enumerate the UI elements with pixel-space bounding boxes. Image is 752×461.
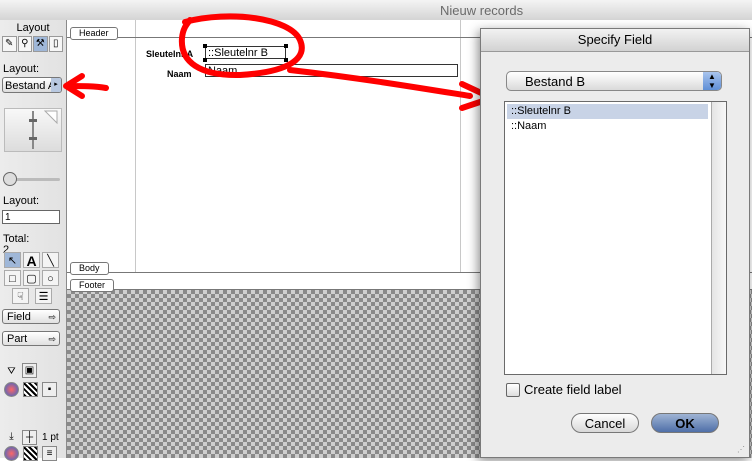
table-popup-value: Bestand B: [525, 74, 585, 89]
field-list-scrollbar[interactable]: [711, 102, 726, 374]
dialog-title: Specify Field: [481, 29, 749, 52]
table-popup[interactable]: Bestand B ▲ ▼: [506, 71, 722, 91]
field-list-item[interactable]: ::Sleutelnr B: [507, 104, 708, 119]
specify-field-dialog: Specify Field Bestand B ▲ ▼ ::Sleutelnr B…: [480, 28, 750, 458]
create-field-label-text[interactable]: Create field label: [524, 382, 622, 397]
ok-button[interactable]: OK: [651, 413, 719, 433]
resize-grip-icon[interactable]: ⋰: [737, 445, 747, 455]
cancel-button[interactable]: Cancel: [571, 413, 639, 433]
field-list[interactable]: ::Sleutelnr B ::Naam: [504, 101, 727, 375]
popup-arrows-icon: ▲ ▼: [703, 72, 721, 90]
field-list-item[interactable]: ::Naam: [507, 119, 708, 134]
create-field-label-checkbox[interactable]: [506, 383, 520, 397]
